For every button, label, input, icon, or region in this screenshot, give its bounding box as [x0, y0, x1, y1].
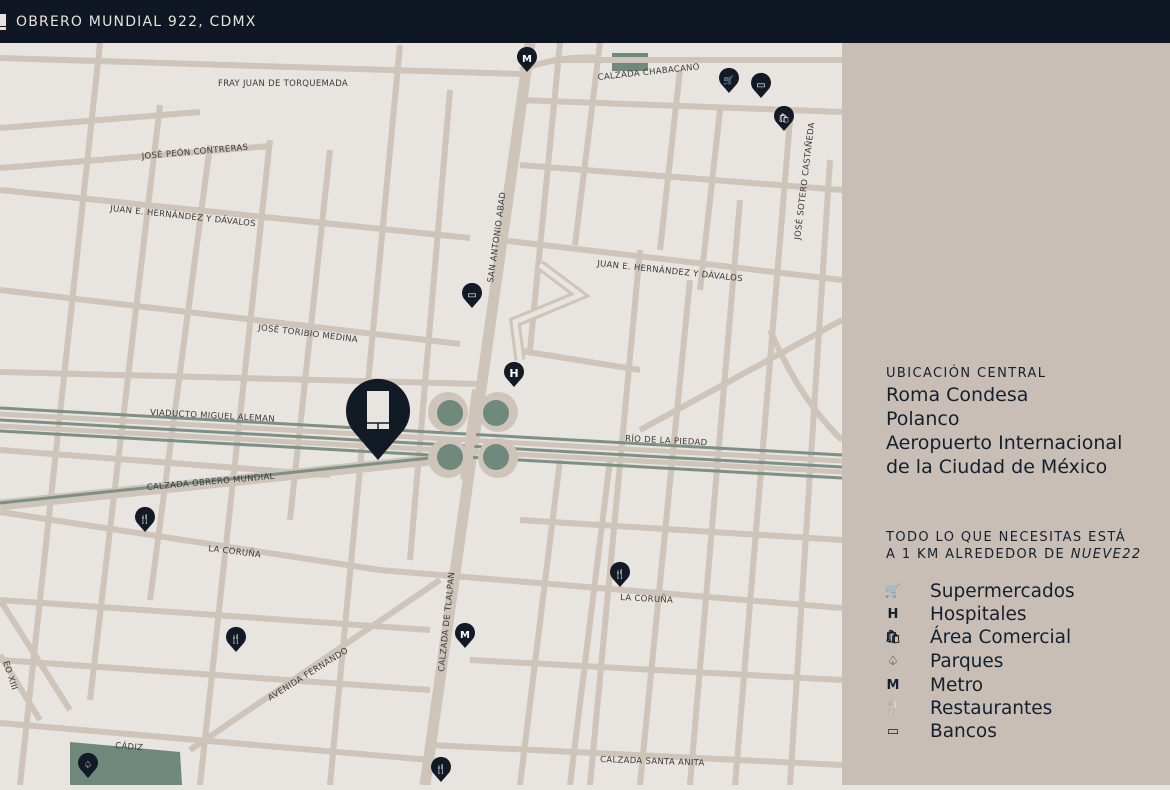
- restaurant-pin-glyph: 🍴: [614, 568, 625, 580]
- restaurant-pin-glyph: 🍴: [139, 513, 150, 525]
- page-title: OBRERO MUNDIAL 922, CDMX: [16, 13, 257, 30]
- tree-icon: ♤: [887, 654, 899, 669]
- legend-label: Parques: [930, 651, 1004, 672]
- supermarket-pin-glyph: 🛒: [723, 74, 734, 86]
- shopping-pin-glyph: 🛍: [778, 113, 789, 124]
- map[interactable]: FRAY JUAN DE TORQUEMADA JOSÉ PEÓN CONTRE…: [0, 42, 845, 786]
- restaurant-pin-glyph: 🍴: [435, 763, 446, 775]
- legend-item-parques: ♤ Parques: [886, 650, 1003, 673]
- legend-label: Área Comercial: [930, 627, 1072, 648]
- needs-title-line1: TODO LO QUE NECESITAS ESTÁ: [886, 530, 1127, 545]
- legend-label: Restaurantes: [930, 698, 1053, 719]
- metro-pin-glyph: M: [522, 54, 532, 65]
- needs-title-prefix: A 1 KM ALREDEDOR DE: [886, 547, 1071, 562]
- legend-item-hospitales: H Hospitales: [886, 603, 1027, 626]
- restaurant-pin-glyph: 🍴: [230, 633, 241, 645]
- legend-label: Supermercados: [930, 581, 1075, 602]
- legend-item-metro: M Metro: [886, 674, 984, 697]
- hospital-pin-glyph: H: [509, 367, 518, 380]
- bank-card-icon: ▭: [886, 724, 900, 739]
- metro-icon: M: [886, 678, 900, 693]
- fork-knife-icon: 🍴: [884, 701, 902, 716]
- bank-pin-glyph: ▭: [756, 80, 765, 91]
- legend-item-supermercados: 🛒 Supermercados: [884, 580, 1075, 603]
- place-polanco: Polanco: [886, 408, 960, 430]
- legend-label: Bancos: [930, 721, 997, 742]
- info-panel: UBICACIÓN CENTRAL Roma Condesa Polanco A…: [842, 43, 1170, 785]
- park-pin-glyph: ♤: [84, 760, 93, 771]
- street-label: FRAY JUAN DE TORQUEMADA: [218, 79, 348, 89]
- place-roma-condesa: Roma Condesa: [886, 384, 1029, 406]
- legend-label: Metro: [930, 675, 984, 696]
- place-airport-line1: Aeropuerto Internacional: [886, 432, 1123, 454]
- legend-item-restaurantes: 🍴 Restaurantes: [884, 697, 1053, 720]
- needs-title-line2: A 1 KM ALREDEDOR DE NUEVE22: [886, 546, 1142, 564]
- cart-icon: 🛒: [884, 584, 902, 599]
- legend-label: Hospitales: [930, 604, 1027, 625]
- legend-item-area-comercial: 🛍 Área Comercial: [884, 626, 1072, 649]
- map-canvas[interactable]: FRAY JUAN DE TORQUEMADA JOSÉ PEÓN CONTRE…: [0, 42, 845, 786]
- hospital-icon: H: [887, 607, 899, 622]
- central-location-title: UBICACIÓN CENTRAL: [886, 366, 1047, 381]
- header-bar: OBRERO MUNDIAL 922, CDMX: [0, 0, 1170, 43]
- metro-pin-glyph: M: [460, 630, 470, 641]
- shopping-bag-icon: 🛍: [884, 630, 902, 645]
- bank-pin-glyph: ▭: [467, 290, 476, 301]
- legend-item-bancos: ▭ Bancos: [886, 720, 997, 743]
- place-airport-line2: de la Ciudad de México: [886, 456, 1108, 478]
- building-icon: [0, 13, 6, 30]
- needs-title-emphasis: NUEVE22: [1070, 547, 1142, 562]
